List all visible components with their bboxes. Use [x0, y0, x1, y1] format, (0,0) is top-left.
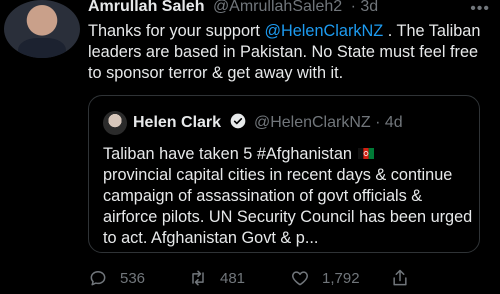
heart-icon: [292, 271, 308, 286]
quoted-tweet[interactable]: Helen Clark @HelenClarkNZ · 4d Taliban h…: [88, 95, 480, 253]
reply-count: 536: [120, 269, 146, 287]
quoted-text-rest: provincial capital cities in recent days…: [103, 166, 473, 247]
mention-link[interactable]: @HelenClarkNZ: [264, 22, 383, 40]
author-avatar[interactable]: [4, 0, 80, 58]
quoted-author-handle: @HelenClarkNZ: [253, 114, 371, 131]
share-icon: [393, 269, 407, 286]
verified-icon: [230, 113, 245, 129]
quoted-dot-separator: ·: [375, 114, 381, 131]
retweet-count: 481: [220, 269, 246, 287]
retweet-icon: [192, 270, 204, 286]
retweet-button[interactable]: 481: [188, 268, 245, 288]
quoted-author-avatar: [103, 111, 127, 135]
share-button[interactable]: [390, 268, 422, 288]
quoted-tweet-text: Taliban have taken 5 #Afghanistan provinc…: [103, 144, 473, 249]
quoted-tweet-header: Helen Clark @HelenClarkNZ · 4d: [133, 113, 403, 132]
quoted-tweet-time: 4d: [384, 114, 403, 131]
reply-button[interactable]: 536: [88, 268, 145, 288]
tweet-time[interactable]: 3d: [360, 0, 378, 15]
author-handle[interactable]: @AmrullahSaleh2: [213, 0, 342, 15]
quoted-text-line1: Taliban have taken 5 #Afghanistan: [103, 145, 352, 163]
dot-separator: ·: [350, 0, 356, 15]
tweet-actions: 536 481 1,792: [88, 268, 418, 292]
afghanistan-flag-icon: [357, 148, 374, 159]
reply-icon: [90, 271, 106, 286]
tweet-text-part1: Thanks for your support: [88, 22, 265, 40]
tweet-header: Amrullah Saleh @AmrullahSaleh2 · 3d: [88, 0, 378, 16]
tweet-text: Thanks for your support @HelenClarkNZ . …: [88, 21, 493, 84]
like-count: 1,792: [322, 269, 360, 287]
quoted-author-name: Helen Clark: [133, 114, 222, 131]
more-options-icon[interactable]: •••: [470, 0, 490, 18]
author-name[interactable]: Amrullah Saleh: [88, 0, 204, 15]
like-button[interactable]: 1,792: [290, 268, 360, 288]
